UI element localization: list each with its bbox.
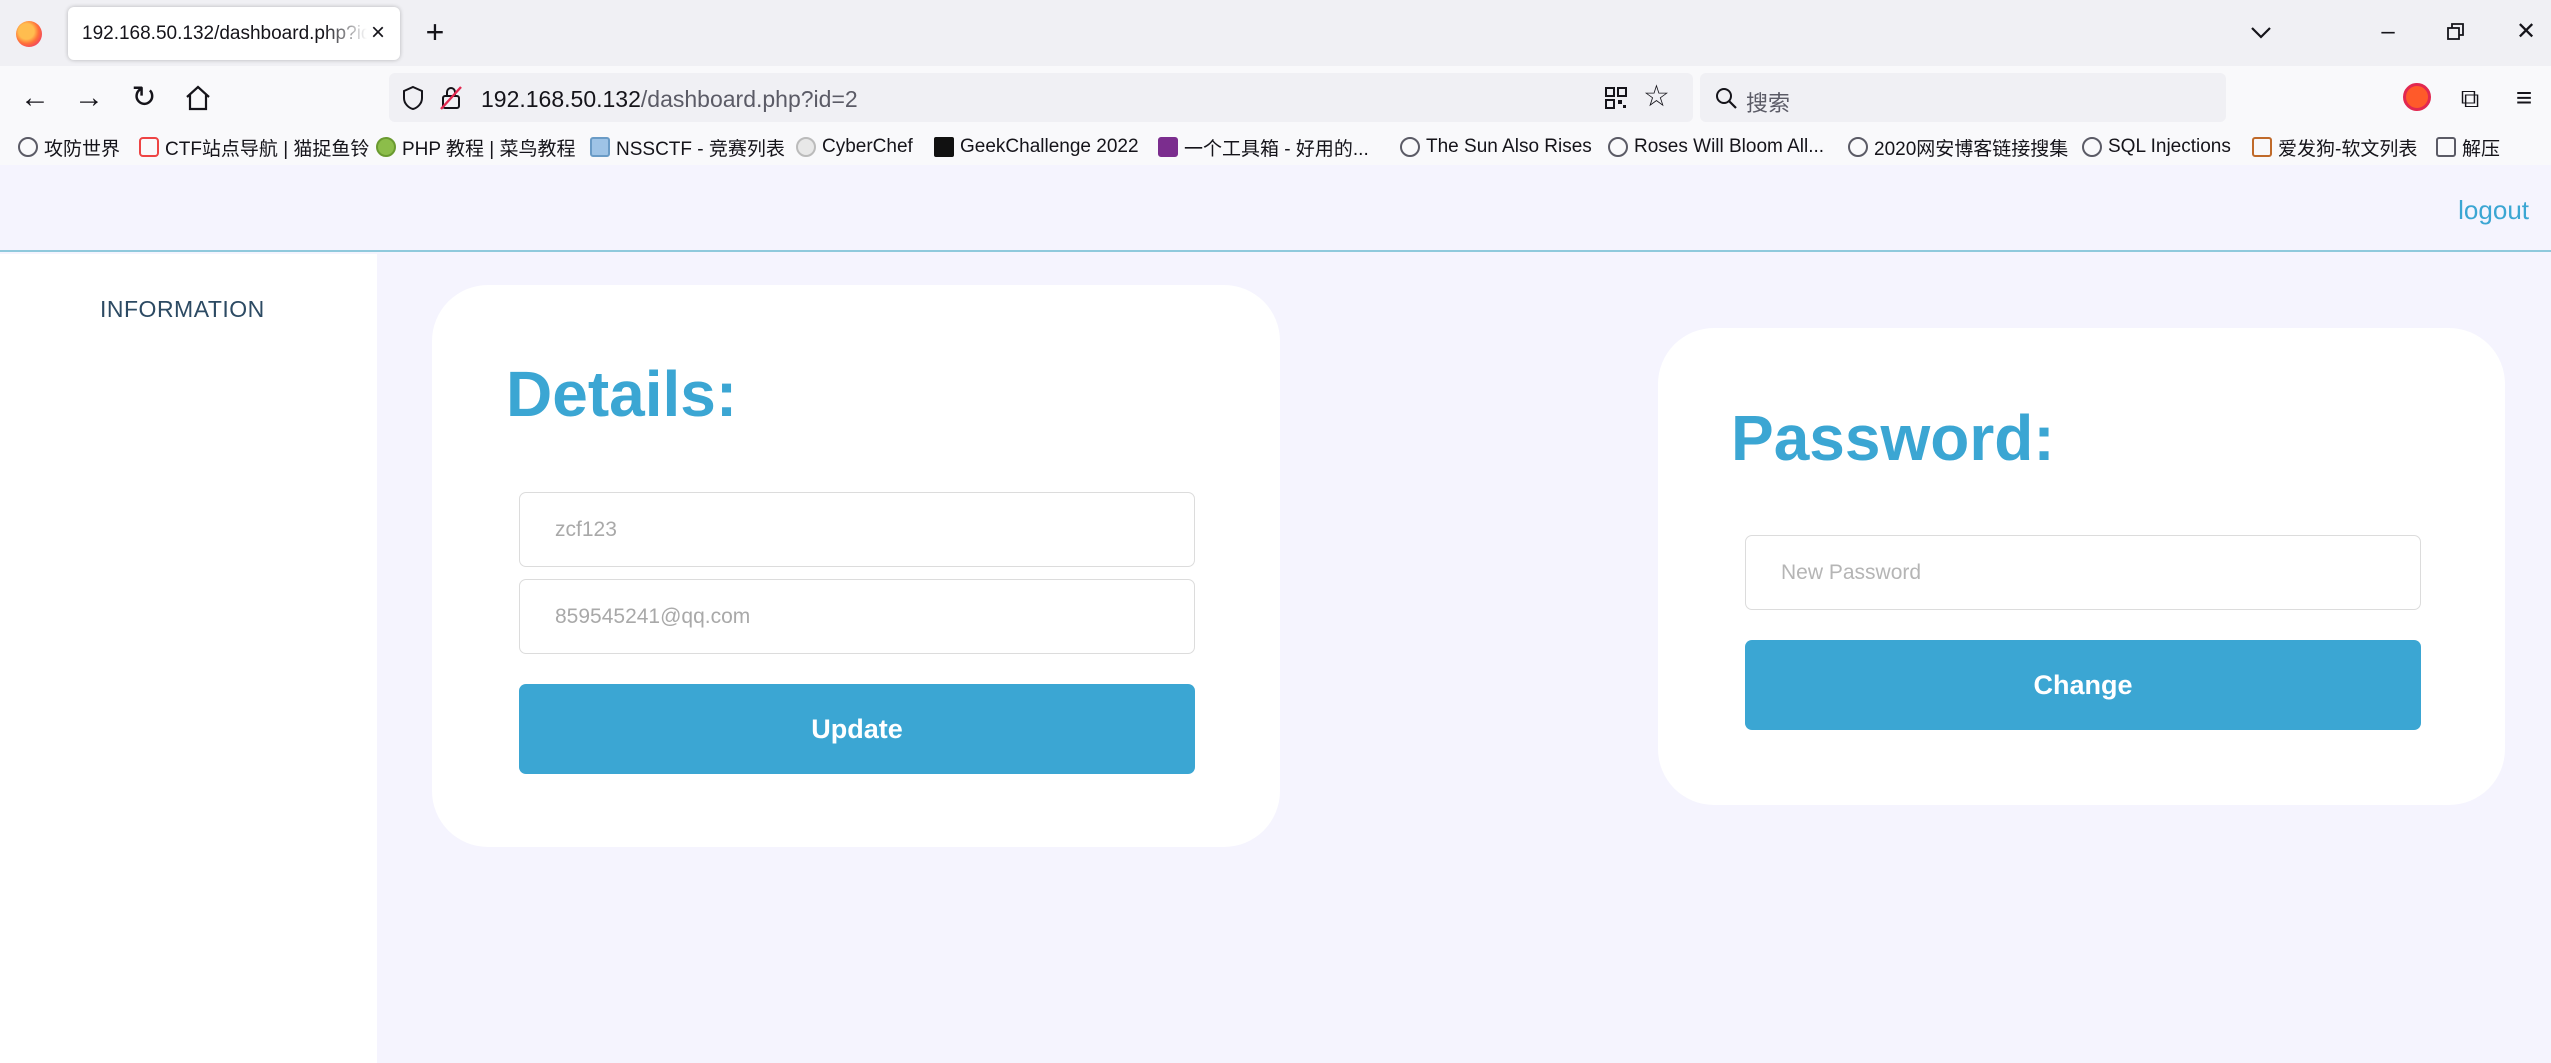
globe-icon [1400, 137, 1420, 157]
bookmark-label: PHP 教程 | 菜鸟教程 [402, 138, 576, 160]
search-icon [1716, 88, 1737, 109]
minimize-icon[interactable]: – [2368, 14, 2408, 50]
insecure-lock-icon[interactable] [439, 85, 463, 111]
extensions-puzzle-icon[interactable]: ⧉ [2452, 80, 2488, 116]
details-card: Details: Update [432, 285, 1280, 847]
shield-icon[interactable] [401, 85, 425, 111]
search-bar[interactable]: 搜索 [1700, 73, 2226, 122]
bookmark-label: GeekChallenge 2022 [960, 136, 1139, 157]
bookmark-label: CyberChef [822, 136, 913, 157]
forward-icon[interactable]: → [71, 80, 107, 116]
logout-link[interactable]: logout [2458, 195, 2529, 226]
globe-icon [2082, 137, 2102, 157]
address-bar[interactable]: 192.168.50.132/dashboard.php?id=2 ☆ [389, 73, 1693, 122]
bookmark-label: Roses Will Bloom All... [1634, 136, 1825, 157]
bookmark-item[interactable]: Roses Will Bloom All... [1608, 133, 1824, 161]
bookmark-folder[interactable]: 解压 [2436, 133, 2500, 161]
toolbox-favicon [1158, 137, 1178, 157]
nav-bar: ← → ↻ 192.168.50.132/dashboard.php?id=2 … [0, 66, 2551, 129]
top-bar: logout [0, 165, 2551, 252]
back-icon[interactable]: ← [17, 80, 53, 116]
site-favicon [139, 137, 159, 157]
folder-icon [2436, 137, 2456, 157]
bookmark-item[interactable]: CTF站点导航 | 猫捉鱼铃 [139, 133, 369, 161]
globe-icon [1848, 137, 1868, 157]
tab-title: 192.168.50.132/dashboard.php?id=2 [82, 23, 367, 44]
bookmark-label: The Sun Also Rises [1426, 136, 1592, 157]
bookmark-item[interactable]: 攻防世界 [18, 133, 120, 161]
bookmark-item[interactable]: The Sun Also Rises [1400, 133, 1592, 161]
bookmark-item[interactable]: NSSCTF - 竞赛列表 [590, 133, 785, 161]
bookmark-label: 攻防世界 [44, 138, 121, 160]
bookmark-label: 2020网安博客链接搜集 [1874, 138, 2069, 160]
password-title: Password: [1731, 402, 2055, 474]
close-window-icon[interactable]: ✕ [2506, 14, 2546, 50]
sidebar-item-information[interactable]: INFORMATION [100, 296, 265, 323]
sidebar: INFORMATION [0, 254, 377, 1063]
restore-icon[interactable] [2436, 14, 2476, 50]
bookmark-star-icon[interactable]: ☆ [1643, 80, 1670, 114]
tab-strip: 192.168.50.132/dashboard.php?id=2 × + – … [0, 0, 2551, 66]
bookmark-item[interactable]: GeekChallenge 2022 [934, 133, 1139, 161]
extension-icon[interactable] [2403, 83, 2431, 111]
globe-icon [1608, 137, 1628, 157]
site-favicon [2252, 137, 2272, 157]
bookmark-label: SQL Injections [2108, 136, 2231, 157]
qr-code-icon[interactable] [1604, 86, 1628, 110]
search-placeholder: 搜索 [1746, 91, 1791, 116]
bookmark-item[interactable]: CyberChef [796, 133, 913, 161]
bookmark-item[interactable]: 2020网安博客链接搜集 [1848, 133, 2068, 161]
password-card: Password: Change [1658, 328, 2505, 805]
bookmark-label: 一个工具箱 - 好用的... [1184, 138, 1369, 160]
new-tab-icon[interactable]: + [418, 15, 452, 49]
url-path: /dashboard.php?id=2 [640, 86, 858, 112]
nssctf-favicon [590, 137, 610, 157]
close-tab-icon[interactable]: × [364, 19, 392, 47]
bookmark-item[interactable]: SQL Injections [2082, 133, 2231, 161]
bookmark-label: NSSCTF - 竞赛列表 [616, 138, 785, 160]
geek-favicon [934, 137, 954, 157]
runoob-favicon [376, 137, 396, 157]
update-button[interactable]: Update [519, 684, 1195, 774]
menu-icon[interactable]: ≡ [2506, 80, 2542, 116]
home-icon[interactable] [180, 80, 216, 116]
email-field[interactable] [519, 579, 1195, 654]
bookmark-label: CTF站点导航 | 猫捉鱼铃 [165, 138, 370, 160]
bookmark-item[interactable]: 一个工具箱 - 好用的... [1158, 133, 1369, 161]
reload-icon[interactable]: ↻ [126, 80, 162, 116]
browser-tab[interactable]: 192.168.50.132/dashboard.php?id=2 × [68, 7, 400, 60]
bookmark-label: 解压 [2462, 138, 2501, 160]
bookmark-label: 爱发狗-软文列表 [2278, 138, 2418, 160]
details-title: Details: [506, 358, 738, 430]
bookmark-item[interactable]: PHP 教程 | 菜鸟教程 [376, 133, 576, 161]
list-tabs-icon[interactable] [2244, 16, 2278, 50]
new-password-field[interactable] [1745, 535, 2421, 610]
page-content: logout INFORMATION Details: Update Passw… [0, 165, 2551, 1063]
globe-icon [18, 137, 38, 157]
firefox-icon[interactable] [16, 21, 42, 47]
bookmarks-bar: 攻防世界 CTF站点导航 | 猫捉鱼铃 PHP 教程 | 菜鸟教程 NSSCTF… [0, 129, 2551, 165]
url-host: 192.168.50.132 [481, 86, 641, 112]
username-field[interactable] [519, 492, 1195, 567]
bookmark-item[interactable]: 爱发狗-软文列表 [2252, 133, 2417, 161]
cyberchef-favicon [796, 137, 816, 157]
change-button[interactable]: Change [1745, 640, 2421, 730]
url-text[interactable]: 192.168.50.132/dashboard.php?id=2 [481, 86, 858, 113]
